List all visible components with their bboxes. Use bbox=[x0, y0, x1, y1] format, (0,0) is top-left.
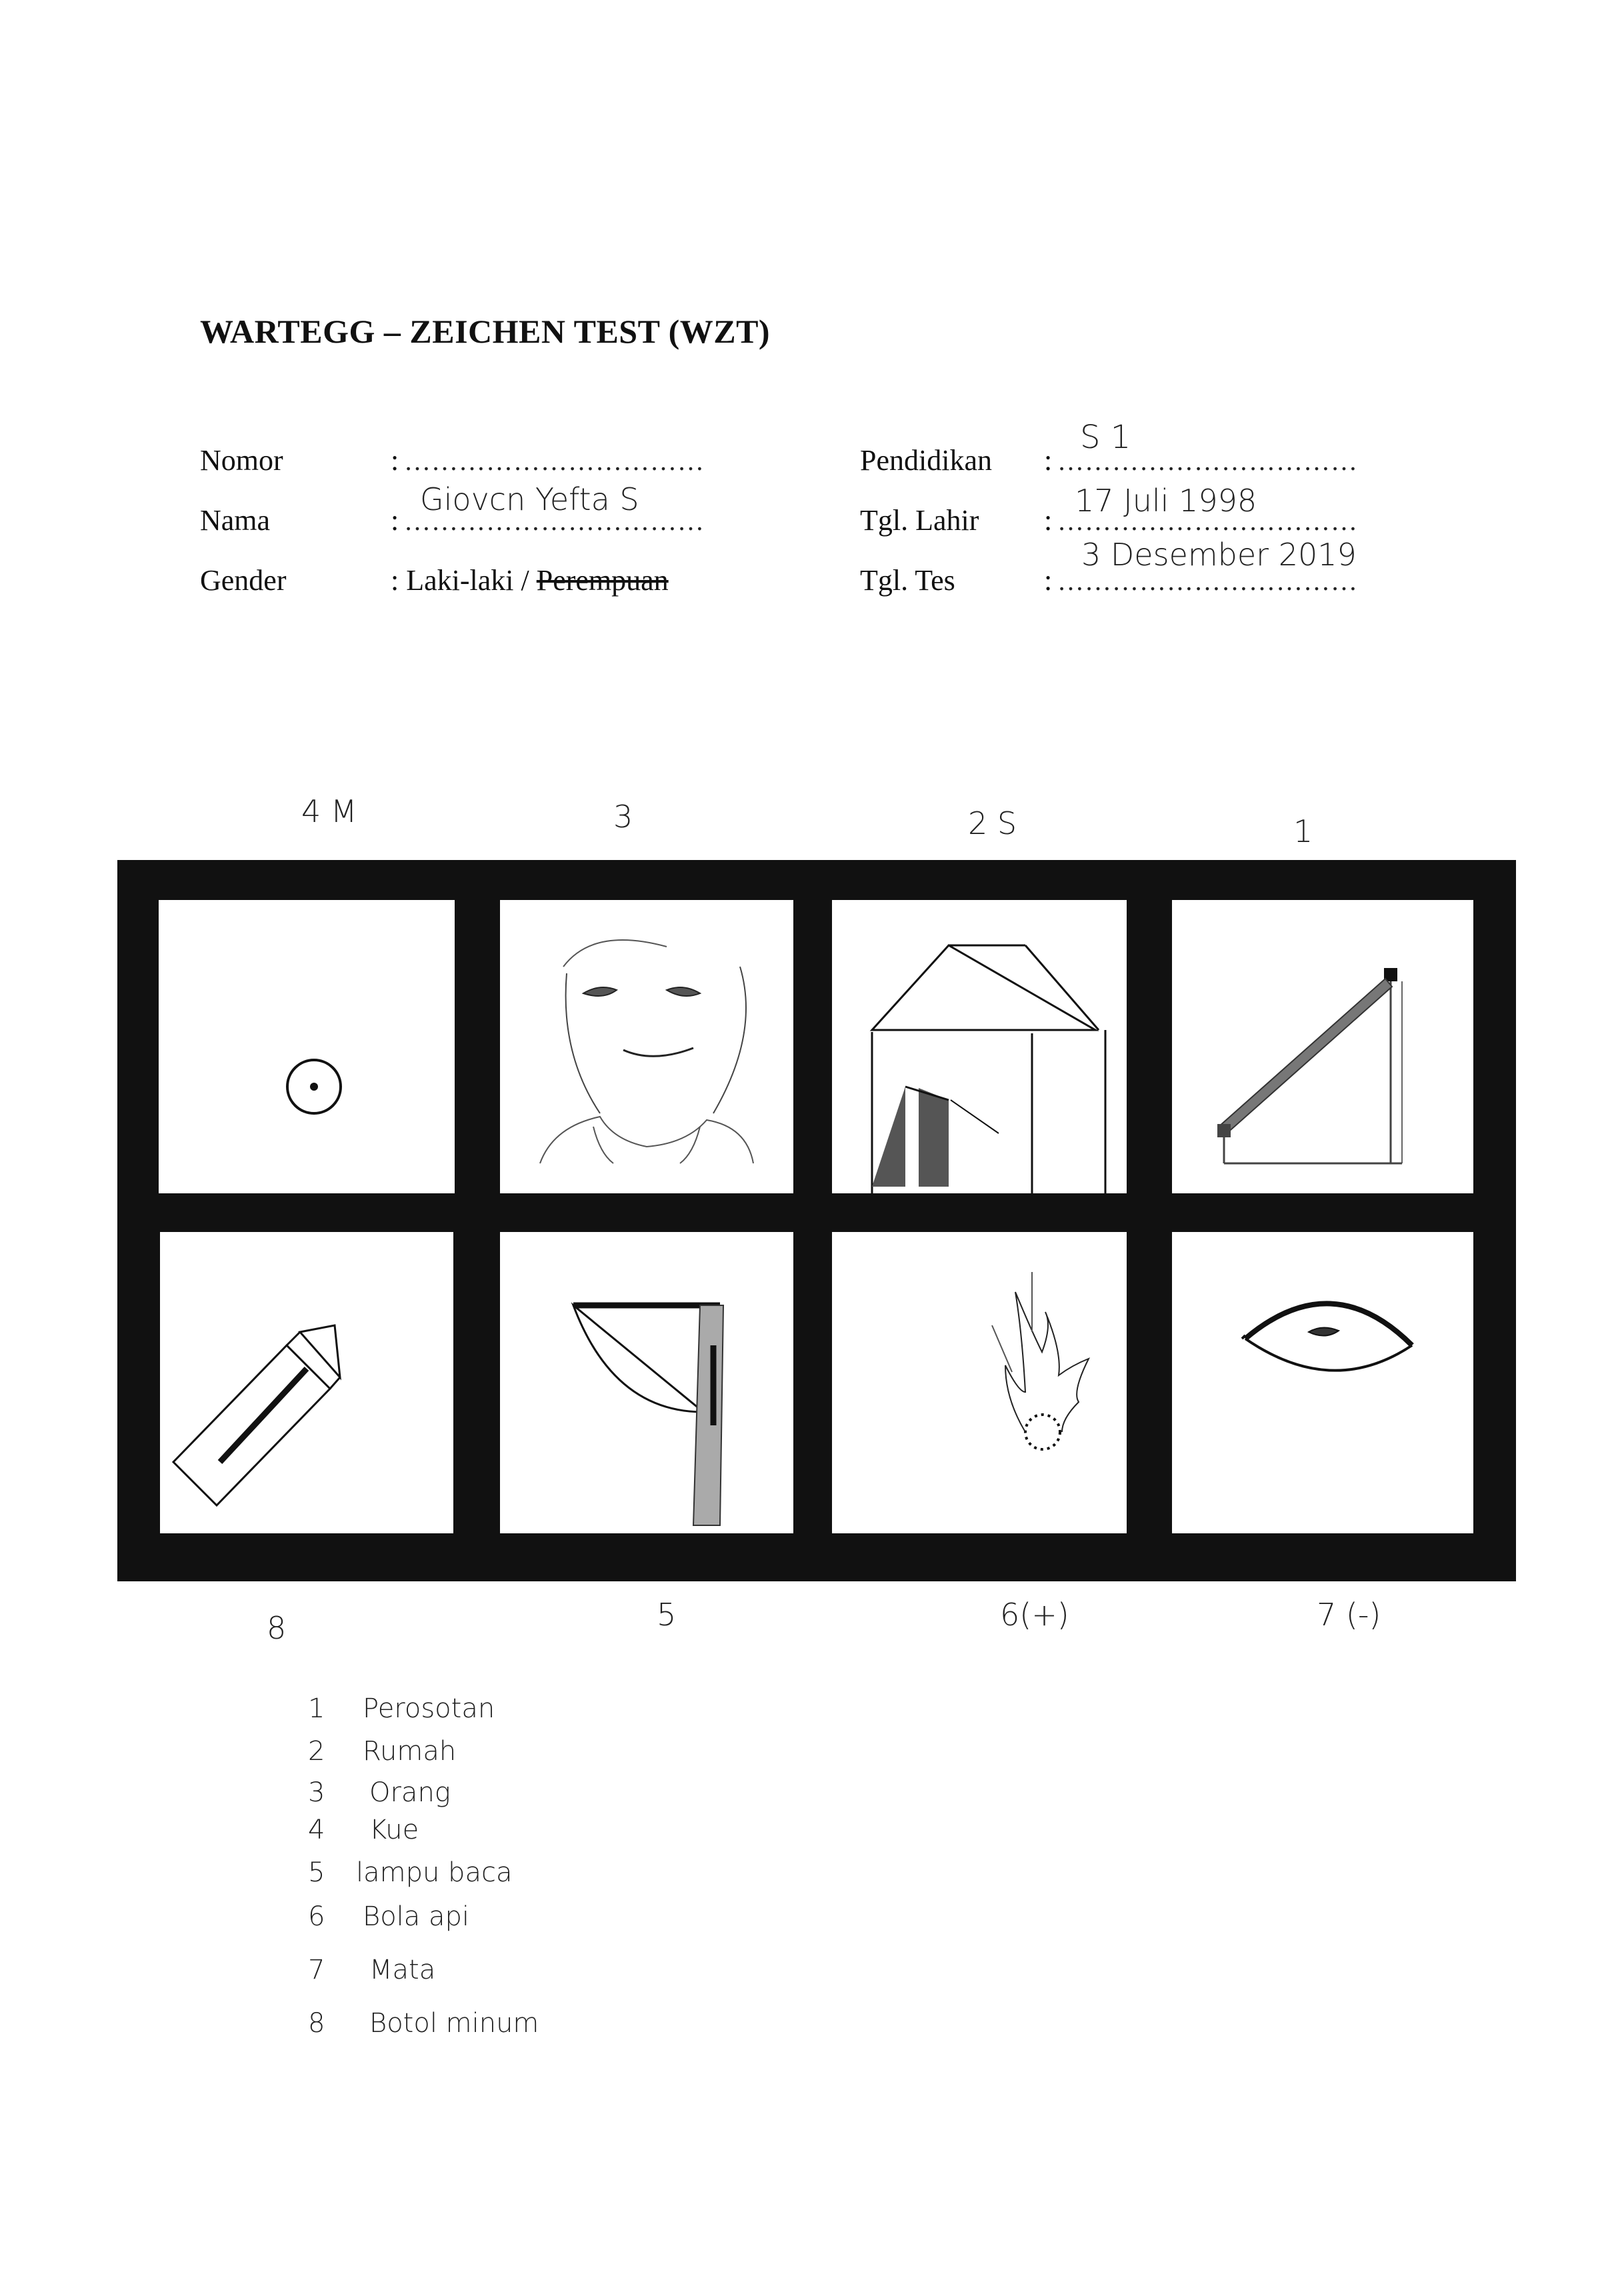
label-tgl-lahir: Tgl. Lahir bbox=[860, 504, 979, 537]
drawing-eye-icon bbox=[1241, 1301, 1414, 1372]
list-item: 1 Perosotan bbox=[308, 1693, 495, 1724]
field-4-square[interactable] bbox=[1172, 900, 1473, 1193]
field-7-dotted[interactable] bbox=[832, 1232, 1127, 1533]
order-bottom-3: 6(+) bbox=[1000, 1597, 1069, 1633]
field-gender[interactable]: : Laki-laki / Perempuan bbox=[391, 563, 669, 597]
drawing-slide-icon bbox=[1217, 968, 1403, 1165]
field-2-wave[interactable] bbox=[500, 900, 793, 1193]
drawing-lamp-icon bbox=[571, 1302, 725, 1526]
colon-tgl-tes: : bbox=[1044, 564, 1053, 597]
order-top-2: 3 bbox=[613, 799, 633, 835]
order-top-3: 2 S bbox=[968, 805, 1017, 841]
label-nama: Nama bbox=[200, 504, 271, 537]
label-pendidikan: Pendidikan bbox=[860, 444, 992, 477]
order-top-4: 1 bbox=[1293, 813, 1313, 849]
colon-nomor: : bbox=[391, 444, 399, 477]
colon-nama: : bbox=[391, 504, 399, 537]
label-nomor: Nomor bbox=[200, 444, 283, 477]
drawing-bottle-icon bbox=[171, 1324, 341, 1507]
field-tgl-lahir-value[interactable]: 17 Juli 1998 bbox=[1075, 483, 1257, 519]
list-item: 8 Botol minum bbox=[308, 2008, 539, 2039]
gender-separator: / bbox=[513, 564, 537, 597]
field-3-lines[interactable] bbox=[832, 900, 1127, 1193]
field-5-steps[interactable] bbox=[160, 1232, 453, 1533]
drawing-fireball-icon bbox=[991, 1272, 1091, 1451]
label-gender: Gender bbox=[200, 564, 287, 597]
order-top-1: 4 M bbox=[301, 793, 357, 829]
interpretation-list: 1 Perosotan 2 Rumah 3 Orang 4 Kue 5 lampu bac… bbox=[308, 1693, 708, 2055]
list-item: 2 Rumah bbox=[308, 1736, 457, 1767]
list-item: 6 Bola api bbox=[308, 1901, 470, 1932]
order-bottom-1: 8 bbox=[267, 1610, 287, 1646]
drawing-person-icon bbox=[539, 939, 754, 1164]
field-tgl-tes-value[interactable]: 3 Desember 2019 bbox=[1081, 537, 1357, 573]
gender-male: Laki-laki bbox=[406, 564, 514, 597]
field-1-dot[interactable] bbox=[159, 900, 455, 1193]
field-nama-value[interactable]: Giovcn Yefta S bbox=[420, 481, 639, 517]
colon-gender: : bbox=[391, 564, 399, 597]
drawing-cake-icon bbox=[286, 1059, 342, 1115]
field-8-arc[interactable] bbox=[1172, 1232, 1473, 1533]
field-6-angle[interactable] bbox=[500, 1232, 793, 1533]
field-nomor[interactable]: …………………………… bbox=[404, 445, 705, 477]
order-bottom-2: 5 bbox=[657, 1597, 677, 1633]
drawing-house-icon bbox=[869, 944, 1107, 1193]
colon-pendidikan: : bbox=[1044, 444, 1053, 477]
label-tgl-tes: Tgl. Tes bbox=[860, 564, 955, 597]
order-bottom-4: 7 (-) bbox=[1317, 1597, 1381, 1633]
list-item: 3 Orang bbox=[308, 1777, 451, 1808]
field-pendidikan-value[interactable]: S 1 bbox=[1080, 419, 1131, 456]
form-title: WARTEGG – ZEICHEN TEST (WZT) bbox=[200, 313, 771, 350]
list-item: 4 Kue bbox=[308, 1815, 419, 1845]
list-item: 5 lampu baca bbox=[308, 1857, 513, 1888]
colon-tgl-lahir: : bbox=[1044, 504, 1053, 537]
drawing-board bbox=[117, 860, 1516, 1581]
gender-female-struck: Perempuan bbox=[536, 564, 669, 597]
list-item: 7 Mata bbox=[308, 1955, 436, 1985]
